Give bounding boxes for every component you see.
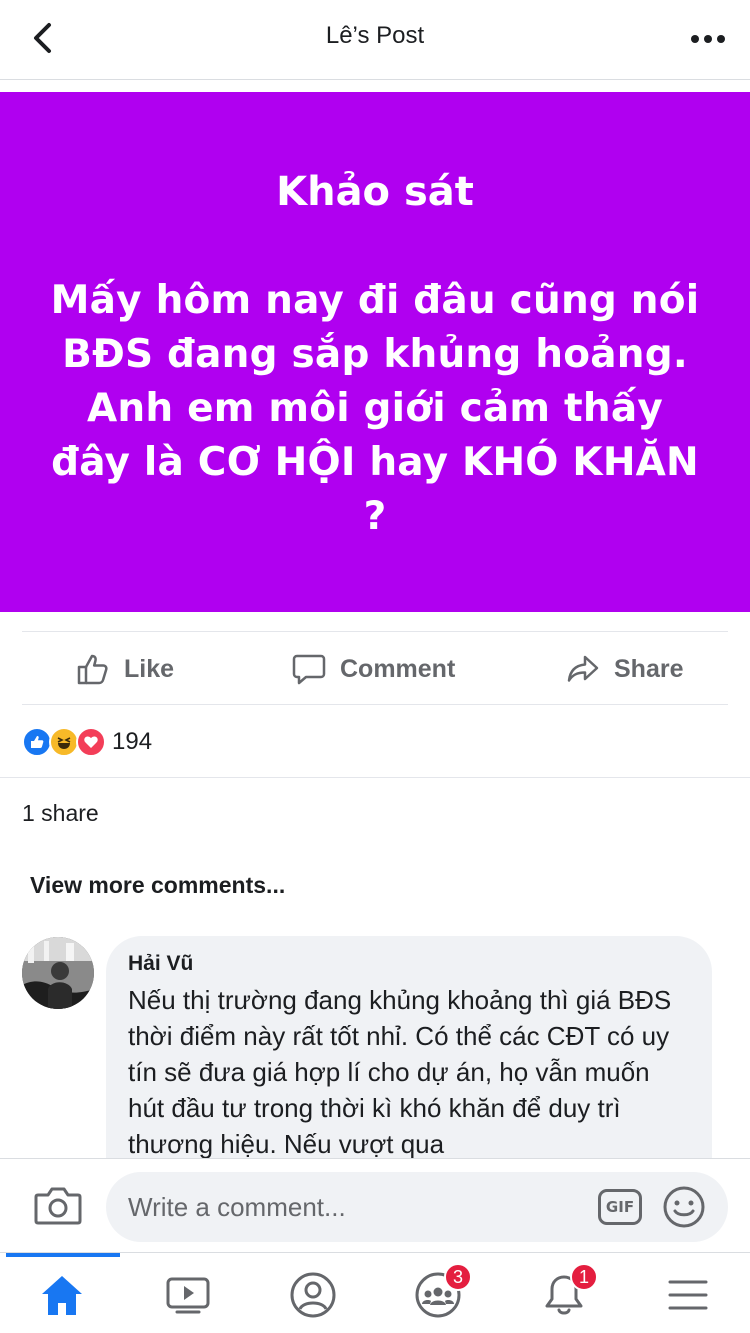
tab-notifications[interactable]: 1 [532,1263,598,1323]
share-label: Share [614,654,684,683]
camera-button[interactable] [34,1185,82,1227]
home-icon [42,1276,82,1315]
more-options-button[interactable] [688,24,728,54]
divider [22,704,728,705]
post-body: Mấy hôm nay đi đâu cũng nói BĐS đang sắp… [50,278,700,539]
comment-button[interactable]: Comment [292,634,455,704]
tab-menu[interactable] [656,1267,720,1323]
tab-home[interactable] [30,1267,94,1323]
view-more-comments-link[interactable]: View more comments... [30,872,285,899]
share-count[interactable]: 1 share [22,800,99,827]
post-title: Khảo sát [276,169,474,215]
gif-button[interactable]: GIF [598,1189,642,1225]
menu-icon [668,1280,708,1310]
tab-groups[interactable]: 3 [406,1263,472,1323]
camera-icon [34,1187,82,1225]
profile-icon [290,1272,336,1318]
notifications-badge: 1 [570,1263,598,1291]
video-icon [166,1277,210,1314]
post-actions: Like Comment Share [0,634,750,704]
divider [22,631,728,632]
haha-reaction-icon [49,727,79,757]
page-title: Lê’s Post [325,22,425,49]
reaction-count: 194 [112,728,153,755]
share-button[interactable]: Share [566,634,683,704]
top-bar: Lê’s Post [0,0,750,80]
emoji-button[interactable] [662,1185,706,1229]
comment-input[interactable]: Write a comment... GIF [106,1172,728,1242]
comment-input-placeholder: Write a comment... [128,1192,346,1222]
like-button[interactable]: Like [76,634,174,704]
share-icon [567,655,599,682]
reactions-summary[interactable]: 194 [22,726,152,758]
active-tab-indicator [6,1253,120,1257]
thumbs-up-icon [77,654,108,685]
smiley-icon [663,1186,705,1228]
comment-text: Nếu thị trường đang khủng khoảng thì giá… [128,985,672,1159]
comment-icon [292,654,326,685]
comment-author[interactable]: Hải Vũ [128,950,692,978]
comment-label: Comment [340,654,456,683]
more-horizontal-icon [691,35,725,43]
love-reaction-icon [76,727,106,757]
comment-composer: Write a comment... GIF [0,1158,750,1252]
tab-profile[interactable] [281,1267,345,1323]
groups-badge: 3 [444,1263,472,1291]
avatar[interactable] [22,937,94,1009]
like-reaction-icon [22,727,52,757]
divider [0,777,750,778]
post-background-card: Khảo sát Mấy hôm nay đi đâu cũng nói BĐS… [0,92,750,612]
like-label: Like [124,654,175,683]
tab-watch[interactable] [156,1267,220,1323]
bottom-navigation: 3 1 [0,1252,750,1333]
